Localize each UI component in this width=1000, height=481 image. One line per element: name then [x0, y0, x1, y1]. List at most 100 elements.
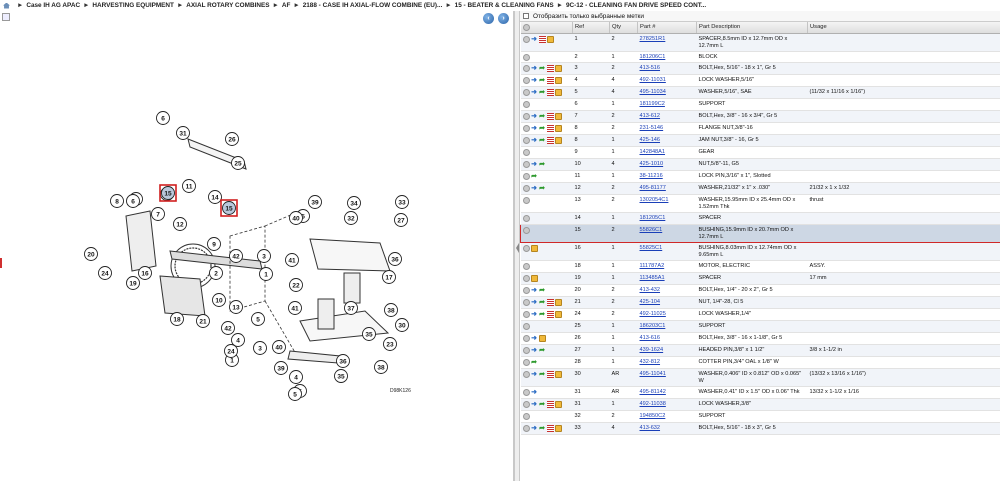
substitute-arrow-icon[interactable]: ➦	[539, 125, 546, 132]
substitute-arrow-icon[interactable]: ➦	[539, 287, 546, 294]
select-circle-icon[interactable]	[522, 275, 530, 283]
select-circle-icon[interactable]	[522, 245, 530, 253]
part-number-link[interactable]: 1302054C1	[640, 197, 669, 203]
part-number-link[interactable]: 55825C1	[640, 245, 663, 251]
select-circle-icon[interactable]	[522, 53, 530, 61]
callout-label[interactable]: 41	[291, 305, 299, 312]
package-icon[interactable]	[538, 335, 546, 343]
callout-label[interactable]: 17	[385, 274, 393, 281]
column-header[interactable]: Part Description	[696, 22, 808, 34]
callout-label[interactable]: 15	[164, 190, 172, 197]
part-number-link[interactable]: 413-432	[640, 287, 661, 293]
callout-label[interactable]: 36	[391, 256, 399, 263]
select-circle-icon[interactable]	[523, 227, 530, 235]
callout-label[interactable]: 26	[228, 136, 236, 143]
info-icon[interactable]: ➜	[531, 89, 538, 96]
table-row[interactable]: ➜ ➦ 20 2 413-432 BOLT,Hex, 1/4" - 20 x 2", Gr…	[520, 284, 1000, 298]
callout-label[interactable]: 35	[365, 331, 373, 338]
callout-label[interactable]: 32	[347, 215, 355, 222]
select-circle-icon[interactable]	[522, 125, 530, 133]
list-icon[interactable]	[546, 125, 554, 133]
package-icon[interactable]	[530, 275, 538, 283]
exploded-parts-diagram[interactable]: 6312625816111415158671253934333227402094…	[0, 11, 514, 481]
info-icon[interactable]: ➜	[531, 347, 538, 354]
part-number-link[interactable]: 425-104	[640, 299, 661, 305]
callout-label[interactable]: 33	[398, 199, 406, 206]
part-number-link[interactable]: 231-5146	[640, 125, 664, 131]
callout-label[interactable]: 6	[131, 198, 135, 205]
part-number-link[interactable]: 55826C1	[640, 227, 663, 233]
callout-label[interactable]: 42	[232, 253, 240, 260]
table-row[interactable]: ➦ 28 1 432-812 COTTER PIN,3/4" OAL x 1/8" W	[520, 356, 1000, 370]
callout-label[interactable]: 5	[293, 391, 297, 398]
select-circle-icon[interactable]	[522, 65, 530, 73]
info-icon[interactable]: ➜	[531, 185, 538, 192]
show-selected-checkbox[interactable]	[523, 13, 529, 19]
select-circle-icon[interactable]	[522, 401, 530, 409]
callout-label[interactable]: 7	[156, 211, 160, 218]
callout-label[interactable]: 19	[129, 280, 137, 287]
select-circle-icon[interactable]	[522, 335, 530, 343]
callout-label[interactable]: 24	[227, 348, 235, 355]
select-circle-icon[interactable]	[522, 287, 530, 295]
part-number-link[interactable]: 181205C1	[640, 215, 666, 221]
part-number-link[interactable]: 111787A2	[640, 263, 665, 269]
list-icon[interactable]	[546, 311, 554, 319]
part-number-link[interactable]: 495-81142	[640, 389, 666, 395]
table-row[interactable]: ➜ 31 AR 495-81142 WASHER,0.41" ID x 1.5" OD …	[520, 386, 1000, 400]
select-circle-icon[interactable]	[522, 89, 530, 97]
info-icon[interactable]: ➜	[531, 77, 538, 84]
part-number-link[interactable]: 181199C2	[640, 101, 665, 107]
callout-label[interactable]: 16	[141, 270, 149, 277]
list-icon[interactable]	[546, 65, 554, 73]
table-row[interactable]: ➜ ➦ 24 2 492-11025 LOCK WASHER,1/4"	[520, 308, 1000, 322]
list-icon[interactable]	[546, 425, 554, 433]
callout-label[interactable]: 42	[224, 325, 232, 332]
table-row[interactable]: 32 2 194850C2 SUPPORT	[520, 410, 1000, 424]
select-circle-icon[interactable]	[522, 173, 530, 181]
select-circle-icon[interactable]	[522, 425, 530, 433]
table-row[interactable]: ➜ ➦ 12 2 495-81177 WASHER,21/32" x 1" x .030"…	[520, 182, 1000, 196]
info-icon[interactable]: ➜	[531, 65, 538, 72]
table-row[interactable]: 2 1 181206C1 BLOCK	[520, 51, 1000, 64]
select-circle-icon[interactable]	[522, 77, 530, 85]
info-icon[interactable]: ➜	[531, 161, 538, 168]
callout-label[interactable]: 4	[236, 337, 240, 344]
part-number-link[interactable]: 413-612	[640, 113, 661, 119]
table-row[interactable]: 6 1 181199C2 SUPPORT	[520, 98, 1000, 112]
select-circle-icon[interactable]	[522, 101, 530, 109]
column-header[interactable]: Ref	[572, 22, 610, 34]
callout-label[interactable]: 2	[214, 270, 218, 277]
callout-label[interactable]: 21	[199, 318, 207, 325]
callout-label[interactable]: 30	[398, 322, 406, 329]
list-icon[interactable]	[546, 401, 554, 409]
list-icon[interactable]	[546, 137, 554, 145]
callout-label[interactable]: 3	[258, 345, 262, 352]
table-row[interactable]: ➜ ➦ 3 2 413-516 BOLT,Hex, 5/16" - 18 x 1", Gr…	[520, 62, 1000, 76]
callout-label[interactable]: 36	[339, 358, 347, 365]
table-row[interactable]: 14 1 181205C1 SPACER	[520, 212, 1000, 226]
package-icon[interactable]	[554, 113, 562, 121]
select-circle-icon[interactable]	[522, 347, 530, 355]
part-number-link[interactable]: 492-11031	[640, 77, 666, 83]
part-number-link[interactable]: 425-146	[640, 137, 661, 143]
substitute-arrow-icon[interactable]: ➦	[539, 299, 546, 306]
part-number-link[interactable]: 413-516	[640, 65, 661, 71]
select-circle-icon[interactable]	[522, 299, 530, 307]
info-icon[interactable]: ➜	[531, 287, 538, 294]
substitute-arrow-icon[interactable]: ➦	[539, 65, 546, 72]
select-circle-icon[interactable]	[522, 161, 530, 169]
callout-label[interactable]: 18	[173, 316, 181, 323]
callout-label[interactable]: 9	[212, 241, 216, 248]
breadcrumb-item[interactable]: HARVESTING EQUIPMENT	[92, 2, 174, 9]
select-circle-icon[interactable]	[522, 185, 530, 193]
list-icon[interactable]	[546, 77, 554, 85]
select-circle-icon[interactable]	[522, 35, 530, 43]
table-row[interactable]: 25 1 186203C1 SUPPORT	[520, 320, 1000, 334]
table-row[interactable]: 18 1 111787A2 MOTOR, ELECTRIC ASSY.	[520, 260, 1000, 274]
substitute-arrow-icon[interactable]: ➦	[539, 371, 546, 378]
breadcrumb-item[interactable]: Case IH AG APAC	[26, 2, 80, 9]
home-icon[interactable]	[3, 2, 10, 9]
table-row[interactable]: 19 1 113485A1 SPACER 17 mm	[520, 272, 1000, 286]
breadcrumb-item[interactable]: 9C-12 - CLEANING FAN DRIVE SPEED CONT...	[566, 2, 706, 9]
